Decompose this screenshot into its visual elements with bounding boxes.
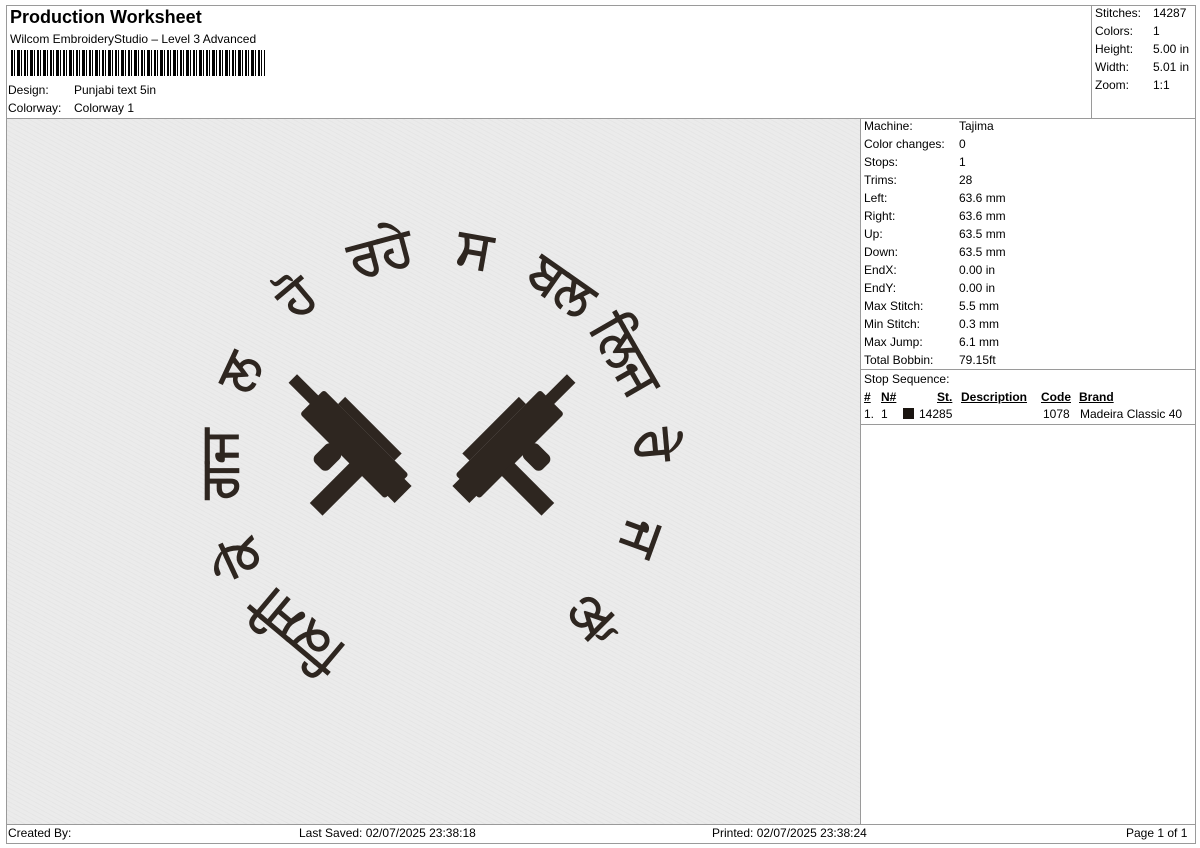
ring-word: ਕੇ xyxy=(204,525,275,587)
design-preview: ਕਿਸੀ ਕੇ ਗਜ ਲ ਹੋ ਰਹੇ ਸ ਬਲ ਲਿਜ ਰੇ ਜ ਲੋ xyxy=(7,119,860,824)
summary-value: 5.01 in xyxy=(1153,60,1190,74)
barcode xyxy=(11,50,265,76)
design-label: Design: xyxy=(8,83,49,97)
crossed-guns-motif xyxy=(288,374,576,516)
machine-value: 0.3 mm xyxy=(959,317,1000,331)
colorway-value: Colorway 1 xyxy=(74,101,135,115)
last-saved: Last Saved: 02/07/2025 23:38:18 xyxy=(299,826,476,840)
summary-value: 1 xyxy=(1153,24,1160,38)
stop-sequence-label: Stop Sequence: xyxy=(864,372,950,386)
canvas-divider xyxy=(860,118,861,824)
row-index: 1. xyxy=(864,407,875,421)
right-gun xyxy=(452,374,576,516)
colorway-label: Colorway: xyxy=(8,101,62,115)
machine-label: Stops: xyxy=(864,155,899,169)
machine-divider xyxy=(861,369,1196,370)
summary-label: Height: xyxy=(1095,42,1134,56)
ring-word: ਰਹੇ xyxy=(340,216,421,292)
ring-word: ਹੋ xyxy=(264,262,330,331)
summary-label: Stitches: xyxy=(1095,6,1142,20)
software-name: Wilcom EmbroideryStudio – Level 3 Advanc… xyxy=(10,32,257,46)
ring-word: ਲਿਜ xyxy=(577,301,674,409)
left-gun xyxy=(288,374,412,516)
machine-label: Max Jump: xyxy=(864,335,923,349)
machine-label: Left: xyxy=(864,191,888,205)
ring-word: ਸ xyxy=(451,216,500,282)
ring-word: ਲੋ xyxy=(556,583,626,653)
ring-word: ਬਲ xyxy=(516,240,609,330)
machine-label: EndY: xyxy=(864,281,897,295)
machine-value: 28 xyxy=(959,173,973,187)
ring-word: ਜ xyxy=(607,510,676,566)
machine-value: 0.00 in xyxy=(959,281,996,295)
row-stitches: 14285 xyxy=(919,407,953,421)
machine-label: EndX: xyxy=(864,263,897,277)
machine-label: Trims: xyxy=(864,173,897,187)
machine-label: Color changes: xyxy=(864,137,945,151)
ring-word: ਲ xyxy=(204,342,275,403)
machine-value: 63.6 mm xyxy=(959,191,1006,205)
machine-label: Up: xyxy=(864,227,883,241)
summary-value: 5.00 in xyxy=(1153,42,1190,56)
summary-label: Colors: xyxy=(1095,24,1134,38)
machine-value: 1 xyxy=(959,155,966,169)
col-index: # xyxy=(864,390,871,404)
printed-date: Printed: 02/07/2025 23:38:24 xyxy=(712,826,867,840)
punjabi-ring-text: ਕਿਸੀਕੇ ਗਜ ਲ ਹੋਰਹੇ ਸ ਬਲਲਿਜ ਰੇ ਜ ਲੋ xyxy=(189,216,686,689)
machine-value: 0.00 in xyxy=(959,263,996,277)
col-code: Code xyxy=(1041,390,1071,404)
machine-label: Machine: xyxy=(864,119,913,133)
summary-value: 14287 xyxy=(1153,6,1187,20)
summary-label: Width: xyxy=(1095,60,1130,74)
design-value: Punjabi text 5in xyxy=(74,83,157,97)
stop-divider xyxy=(861,424,1196,425)
col-description: Description xyxy=(961,390,1028,404)
machine-value: 63.5 mm xyxy=(959,245,1006,259)
row-brand: Madeira Classic 40 xyxy=(1080,407,1183,421)
ring-word: ਗਜ xyxy=(189,427,249,501)
created-by: Created By: xyxy=(8,826,72,840)
page-title: Production Worksheet xyxy=(10,7,202,27)
summary-divider xyxy=(1091,5,1092,118)
machine-label: Right: xyxy=(864,209,896,223)
machine-value: 6.1 mm xyxy=(959,335,1000,349)
summary-label: Zoom: xyxy=(1095,78,1130,92)
machine-label: Down: xyxy=(864,245,899,259)
row-code: 1078 xyxy=(1043,407,1070,421)
machine-label: Total Bobbin: xyxy=(864,353,934,367)
machine-value: Tajima xyxy=(959,119,994,133)
machine-value: 63.6 mm xyxy=(959,209,1006,223)
machine-label: Max Stitch: xyxy=(864,299,924,313)
ring-word: ਰੇ xyxy=(623,424,686,465)
machine-label: Min Stitch: xyxy=(864,317,921,331)
machine-value: 79.15ft xyxy=(959,353,996,367)
row-needle: 1 xyxy=(881,407,888,421)
embroidery-design: ਕਿਸੀਕੇ ਗਜ ਲ ਹੋਰਹੇ ਸ ਬਲਲਿਜ ਰੇ ਜ ਲੋ xyxy=(189,216,686,689)
footer-divider xyxy=(6,824,1196,825)
ring-word: ਕਿਸੀ xyxy=(237,574,357,689)
machine-value: 0 xyxy=(959,137,966,151)
summary-value: 1:1 xyxy=(1153,78,1170,92)
col-stitches: St. xyxy=(937,390,953,404)
col-needle: N# xyxy=(881,390,897,404)
machine-value: 63.5 mm xyxy=(959,227,1006,241)
page-number: Page 1 of 1 xyxy=(1126,826,1188,840)
col-brand: Brand xyxy=(1079,390,1114,404)
thread-color-swatch xyxy=(903,408,914,419)
machine-value: 5.5 mm xyxy=(959,299,1000,313)
